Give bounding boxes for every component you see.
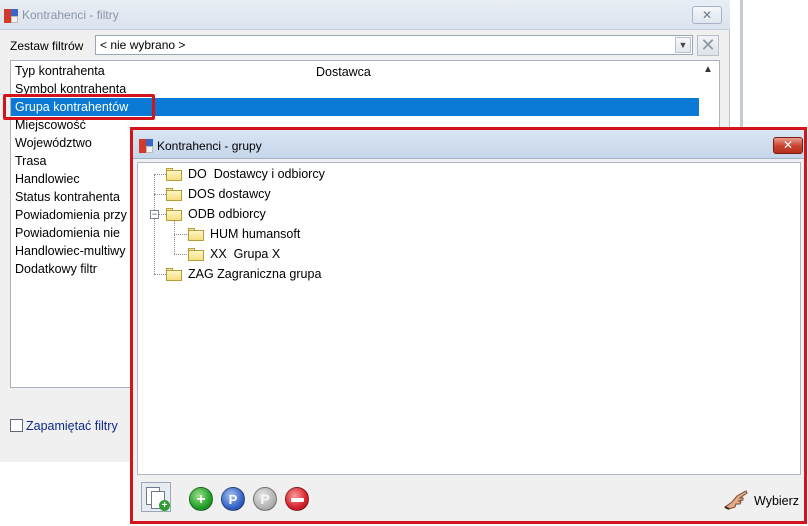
background-window-edge bbox=[740, 0, 743, 127]
groups-tree[interactable]: DO Dostawcy i odbiorcy DOS dostawcy − OD… bbox=[137, 162, 801, 475]
minus-icon bbox=[291, 498, 304, 502]
tree-node-xx[interactable]: XX Grupa X bbox=[210, 246, 280, 262]
tree-node-hum[interactable]: HUM humansoft bbox=[210, 226, 300, 242]
tree-line bbox=[154, 174, 166, 175]
tree-line bbox=[174, 254, 187, 255]
filters-window-close-button[interactable]: ✕ bbox=[692, 6, 722, 24]
groups-dialog-title: Kontrahenci - grupy bbox=[157, 139, 262, 153]
clear-filter-button[interactable]: ✕ bbox=[697, 35, 719, 56]
filter-row-typ-kontrahenta[interactable]: Typ kontrahenta bbox=[15, 62, 105, 80]
tree-line bbox=[174, 234, 187, 235]
filter-row-powiadomienia-nie[interactable]: Powiadomienia nie bbox=[15, 224, 120, 242]
filter-row-wojewodztwo[interactable]: Województwo bbox=[15, 134, 92, 152]
filter-row-handlowiec[interactable]: Handlowiec bbox=[15, 170, 80, 188]
groups-dialog-titlebar[interactable]: Kontrahenci - grupy ✕ bbox=[133, 130, 804, 159]
tree-line bbox=[154, 194, 166, 195]
tree-node-odb[interactable]: ODB odbiorcy bbox=[188, 206, 266, 222]
filter-row-handlowiec-multiwy[interactable]: Handlowiec-multiwy bbox=[15, 242, 125, 260]
add-group-button[interactable]: + bbox=[189, 487, 213, 511]
folder-icon bbox=[188, 248, 204, 261]
scroll-up-icon[interactable]: ▲ bbox=[703, 64, 713, 75]
tree-node-dos[interactable]: DOS dostawcy bbox=[188, 186, 271, 202]
tree-line bbox=[154, 174, 155, 274]
tree-line bbox=[174, 221, 175, 254]
filter-row-status-kontrahenta[interactable]: Status kontrahenta bbox=[15, 188, 120, 206]
tree-node-do[interactable]: DO Dostawcy i odbiorcy bbox=[188, 166, 325, 182]
selected-row-highlight bbox=[3, 94, 155, 120]
folder-icon bbox=[166, 168, 182, 181]
remember-filters-checkbox[interactable] bbox=[10, 419, 23, 432]
filters-window-title: Kontrahenci - filtry bbox=[22, 8, 119, 22]
filters-window-titlebar[interactable]: Kontrahenci - filtry ✕ bbox=[0, 0, 730, 30]
collapse-icon[interactable]: − bbox=[150, 210, 159, 219]
folder-icon bbox=[188, 228, 204, 241]
tree-node-zag[interactable]: ZAG Zagraniczna grupa bbox=[188, 266, 321, 282]
filter-row-trasa[interactable]: Trasa bbox=[15, 152, 47, 170]
pointing-hand-icon bbox=[724, 490, 748, 510]
filter-set-value: < nie wybrano > bbox=[100, 38, 186, 52]
filter-set-label: Zestaw filtrów bbox=[10, 39, 84, 53]
tree-line bbox=[159, 214, 166, 215]
filter-row-powiadomienia-przy[interactable]: Powiadomienia przy bbox=[15, 206, 127, 224]
delete-group-button[interactable] bbox=[285, 487, 309, 511]
folder-icon bbox=[166, 268, 182, 281]
view-mode-button[interactable]: + bbox=[141, 482, 171, 512]
select-button-label: Wybierz bbox=[754, 494, 800, 508]
select-button[interactable]: Wybierz bbox=[723, 484, 800, 514]
filter-set-select[interactable]: < nie wybrano > ▼ bbox=[95, 35, 693, 55]
app-icon bbox=[4, 9, 18, 23]
groups-dialog: Kontrahenci - grupy ✕ DO Dostawcy i odbi… bbox=[130, 127, 807, 524]
app-icon bbox=[139, 139, 153, 153]
filter-row-dodatkowy-filtr[interactable]: Dodatkowy filtr bbox=[15, 260, 97, 278]
chevron-down-icon[interactable]: ▼ bbox=[675, 37, 691, 53]
tree-line bbox=[154, 274, 166, 275]
folder-icon bbox=[166, 188, 182, 201]
groups-dialog-close-button[interactable]: ✕ bbox=[773, 137, 803, 154]
edit-group-button[interactable]: P bbox=[221, 487, 245, 511]
filter-row-typ-kontrahenta-value: Dostawca bbox=[316, 65, 371, 79]
remember-filters-label[interactable]: Zapamiętać filtry bbox=[26, 419, 118, 433]
properties-button[interactable]: P bbox=[253, 487, 277, 511]
plus-badge-icon: + bbox=[159, 500, 170, 511]
groups-toolbar: + + P P Wybierz bbox=[137, 478, 801, 520]
folder-open-icon bbox=[166, 208, 182, 221]
